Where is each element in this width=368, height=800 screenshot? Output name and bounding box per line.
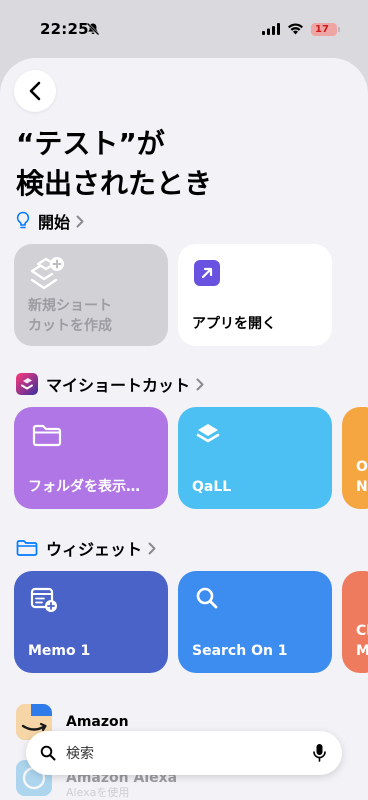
- back-button[interactable]: [14, 70, 56, 112]
- note-add-icon: [30, 587, 57, 612]
- chevron-right-icon: [76, 215, 84, 227]
- partial-card-text-1: O: [356, 459, 368, 475]
- search-placeholder: 検索: [66, 746, 94, 762]
- new-shortcut-label-line-1: 新規ショート: [28, 298, 112, 314]
- search-icon: [40, 745, 56, 761]
- chevron-right-icon: [196, 378, 204, 390]
- page-title-line-2: 検出されたとき: [16, 167, 213, 200]
- show-folder-shortcut-card[interactable]: フォルダを表示…: [14, 407, 168, 509]
- status-bar: 22:25 17: [0, 0, 368, 56]
- folder-icon: [32, 424, 62, 447]
- shortcuts-app-icon: [16, 373, 38, 395]
- cellular-signal-icon: [262, 23, 280, 35]
- status-time: 22:25: [40, 20, 89, 38]
- layers-icon: [196, 424, 220, 443]
- app-subtitle: Alexaを使用: [66, 786, 130, 799]
- qall-label: QaLL: [192, 479, 232, 495]
- app-name: Amazon: [66, 714, 129, 730]
- section-start-label: 開始: [38, 213, 71, 232]
- show-folder-label: フォルダを表示…: [28, 479, 140, 495]
- search-on-label: Search On 1: [192, 643, 288, 659]
- page-title: “テスト”が 検出されたとき: [16, 124, 212, 204]
- section-widgets-label: ウィジェット: [46, 540, 143, 559]
- folder-outline-icon: [16, 540, 38, 556]
- battery-level: 17: [315, 24, 329, 35]
- section-my-shortcuts[interactable]: マイショートカット: [16, 371, 204, 397]
- section-widgets[interactable]: ウィジェット: [16, 535, 156, 561]
- section-my-shortcuts-label: マイショートカット: [46, 376, 191, 395]
- partial-widget-card[interactable]: Cl M: [342, 571, 368, 673]
- section-start[interactable]: 開始: [16, 208, 84, 234]
- partial-card-text-2: N: [356, 479, 368, 495]
- new-shortcut-label: 新規ショート カットを作成: [28, 296, 112, 336]
- new-shortcut-label-line-2: カットを作成: [28, 318, 112, 334]
- partial-card-text-4: M: [356, 643, 368, 659]
- lightbulb-icon: [16, 211, 30, 229]
- memo-shortcut-card[interactable]: Memo 1: [14, 571, 168, 673]
- search-on-shortcut-card[interactable]: Search On 1: [178, 571, 332, 673]
- microphone-icon[interactable]: [313, 743, 326, 763]
- shortcuts-plus-icon: [30, 257, 64, 290]
- open-app-card[interactable]: アプリを開く: [178, 244, 332, 346]
- qall-shortcut-card[interactable]: QaLL: [178, 407, 332, 509]
- chevron-right-icon: [148, 542, 156, 554]
- search-bar[interactable]: 検索: [26, 731, 342, 775]
- arrow-up-right-icon: [194, 260, 220, 286]
- open-app-label: アプリを開く: [192, 316, 276, 332]
- battery-indicator: 17: [311, 23, 340, 36]
- shortcut-sheet: “テスト”が 検出されたとき 開始 新規ショート カットを作成 アプリを開く マ…: [0, 58, 368, 800]
- chevron-left-icon: [29, 81, 41, 101]
- new-shortcut-card[interactable]: 新規ショート カットを作成: [14, 244, 168, 346]
- partial-shortcut-card[interactable]: O N: [342, 407, 368, 509]
- wifi-icon: [288, 23, 303, 35]
- search-icon: [196, 587, 218, 609]
- memo-label: Memo 1: [28, 643, 91, 659]
- page-title-line-1: “テスト”が: [16, 127, 165, 160]
- partial-card-text-3: Cl: [356, 623, 368, 639]
- silent-bell-icon: [86, 22, 100, 36]
